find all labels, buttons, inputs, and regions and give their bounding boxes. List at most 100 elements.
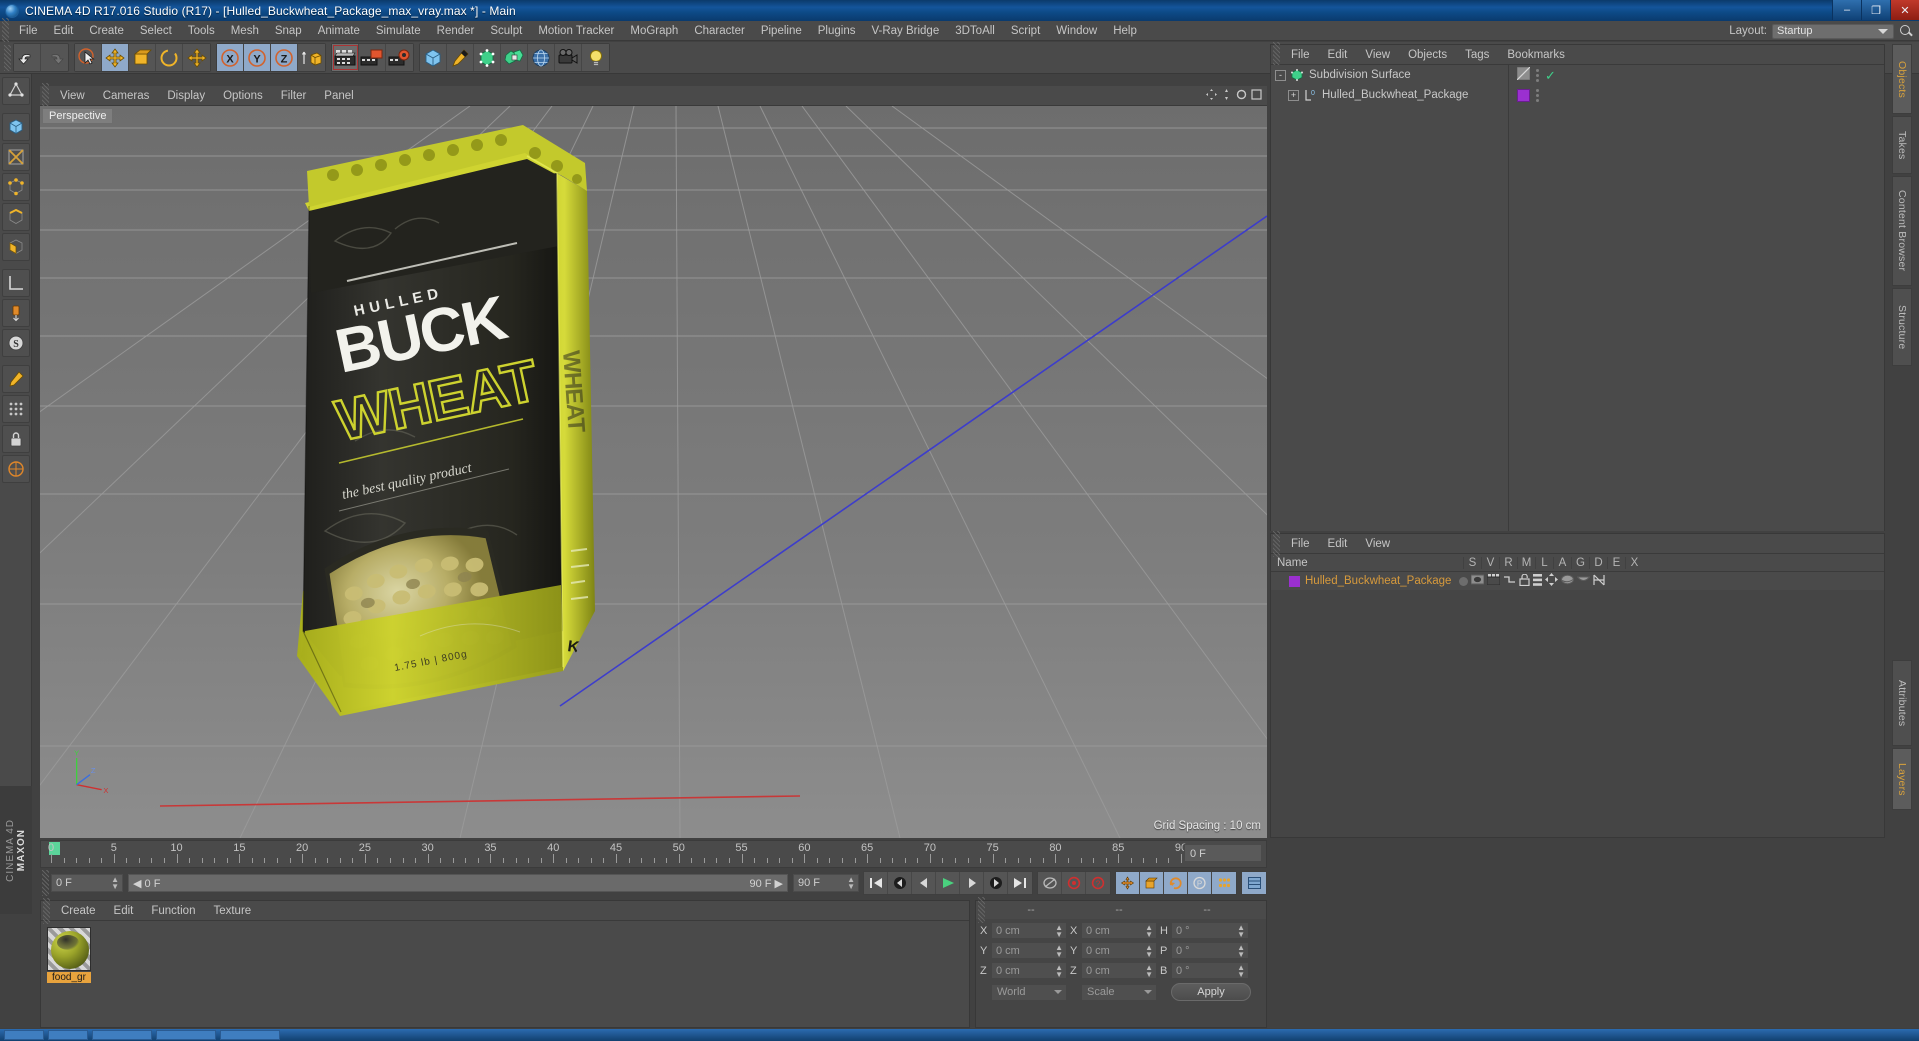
object-manager-menu-bookmarks[interactable]: Bookmarks	[1498, 49, 1574, 61]
lock-x-axis-button[interactable]: X	[217, 44, 244, 71]
material-sphere-icon[interactable]	[47, 927, 91, 971]
menu-item-script[interactable]: Script	[1003, 21, 1048, 41]
size-x-field[interactable]: 0 cm ▲ ▼	[1081, 922, 1157, 939]
layer-color-swatch[interactable]	[1289, 575, 1300, 587]
viewport-maximize-icon[interactable]	[1251, 89, 1262, 100]
add-deformer-button[interactable]	[501, 44, 528, 71]
viewport-grip-handle[interactable]	[42, 82, 49, 109]
position-key-button[interactable]	[1116, 872, 1140, 894]
column-header-m[interactable]: M	[1517, 556, 1535, 569]
visibility-icon[interactable]	[1470, 574, 1485, 588]
timeline-frame-display[interactable]: 0 F	[1184, 844, 1262, 862]
texture-axis-button[interactable]	[1, 395, 30, 423]
column-header-r[interactable]: R	[1499, 556, 1517, 569]
vtab-structure[interactable]: Structure	[1892, 288, 1912, 366]
workplane-mode-button[interactable]	[1, 269, 30, 297]
material-tag-swatch[interactable]	[1517, 88, 1530, 102]
minimize-button[interactable]: –	[1832, 0, 1861, 20]
lock-y-axis-button[interactable]: Y	[244, 44, 271, 71]
rotate-tool[interactable]	[156, 44, 183, 71]
spinner-icon[interactable]: ▲ ▼	[1237, 943, 1245, 958]
undo-button[interactable]	[14, 44, 41, 71]
preview-range-bar[interactable]: ◀ 0 F 90 F ▶	[128, 874, 788, 892]
spinner-icon[interactable]: ▲ ▼	[1145, 963, 1153, 978]
taskbar-item[interactable]	[220, 1030, 280, 1040]
render-settings-button[interactable]	[386, 44, 413, 71]
menu-item-sculpt[interactable]: Sculpt	[482, 21, 530, 41]
menu-item-mograph[interactable]: MoGraph	[622, 21, 686, 41]
material-menu-edit[interactable]: Edit	[105, 905, 143, 917]
layer-manager-menu-view[interactable]: View	[1356, 538, 1399, 550]
search-icon[interactable]	[1899, 24, 1913, 38]
vtab-content-browser[interactable]: Content Browser	[1892, 176, 1912, 286]
polygons-mode-button[interactable]	[1, 233, 30, 261]
coordinate-system-dropdown[interactable]: World	[991, 983, 1067, 1001]
column-header-s[interactable]: S	[1463, 556, 1481, 569]
scale-tool[interactable]	[129, 44, 156, 71]
enabled-check-icon[interactable]: ✓	[1545, 69, 1556, 82]
point-level-animation-button[interactable]	[1212, 872, 1236, 894]
lock-workplane-button[interactable]	[1, 425, 30, 453]
autokeying-button[interactable]	[1062, 872, 1086, 894]
size-z-field[interactable]: 0 cm ▲ ▼	[1081, 962, 1157, 979]
viewport-arrangement-icons[interactable]	[1206, 89, 1262, 100]
rotation-p-field[interactable]: 0 ° ▲ ▼	[1171, 942, 1249, 959]
close-button[interactable]: ✕	[1890, 0, 1919, 20]
go-to-end-button[interactable]	[1008, 872, 1032, 894]
motion-icon[interactable]	[1503, 574, 1516, 588]
menu-item-render[interactable]: Render	[429, 21, 483, 41]
spinner-icon[interactable]: ▲ ▼	[1237, 923, 1245, 938]
vtab-layers[interactable]: Layers	[1892, 748, 1912, 810]
render-to-picture-viewer-button[interactable]	[359, 44, 386, 71]
viewport-3d-canvas[interactable]: Perspective HULLED BUCK WHEAT the best q…	[40, 106, 1267, 838]
model-mode-button[interactable]	[1, 113, 30, 141]
viewport-menu-options[interactable]: Options	[214, 90, 272, 102]
taskbar-item[interactable]	[156, 1030, 216, 1040]
rotation-b-field[interactable]: 0 ° ▲ ▼	[1171, 962, 1249, 979]
menu-item-file[interactable]: File	[11, 21, 46, 41]
spinner-icon[interactable]: ▲ ▼	[1055, 943, 1063, 958]
timeline-ruler-panel[interactable]: 0 5 10 15 20 25 30 35 40 45 50 55 60 65 70 75 80 85 90 0 F	[40, 840, 1267, 868]
menu-item-vray-bridge[interactable]: V-Ray Bridge	[863, 21, 947, 41]
previous-keyframe-button[interactable]	[888, 872, 912, 894]
coordinates-grip-handle[interactable]	[978, 897, 985, 923]
step-forward-button[interactable]	[960, 872, 984, 894]
disc-icon[interactable]	[1561, 574, 1575, 588]
material-menu-create[interactable]: Create	[52, 905, 105, 917]
make-editable-button[interactable]	[1, 77, 30, 105]
object-row-hulled-buckwheat-package[interactable]: + 0 Hulled_Buckwheat_Package	[1271, 85, 1508, 105]
menu-item-3dtoall[interactable]: 3DToAll	[947, 21, 1003, 41]
layer-manager-menu-edit[interactable]: Edit	[1319, 538, 1357, 550]
object-manager-menu-view[interactable]: View	[1356, 49, 1399, 61]
viewport-menu-panel[interactable]: Panel	[315, 90, 362, 102]
maximize-button[interactable]: ❐	[1861, 0, 1890, 20]
step-back-button[interactable]	[912, 872, 936, 894]
menu-item-character[interactable]: Character	[686, 21, 753, 41]
next-keyframe-button[interactable]	[984, 872, 1008, 894]
material-manager-grip-handle[interactable]	[43, 897, 50, 924]
expander-collapse-icon[interactable]: -	[1275, 69, 1286, 81]
size-mode-dropdown[interactable]: Scale	[1081, 983, 1157, 1001]
add-environment-button[interactable]	[528, 44, 555, 71]
render-view-button[interactable]	[332, 44, 359, 71]
viewport-pan-icon[interactable]	[1206, 89, 1217, 100]
column-header-a[interactable]: A	[1553, 556, 1571, 569]
buckwheat-package-3d-object[interactable]: HULLED BUCK WHEAT the best quality produ…	[295, 111, 625, 716]
add-spline-button[interactable]	[447, 44, 474, 71]
material-item[interactable]: food_gr	[47, 927, 91, 983]
menu-item-help[interactable]: Help	[1105, 21, 1145, 41]
column-header-g[interactable]: G	[1571, 556, 1589, 569]
current-frame-field[interactable]: 0 F ▲ ▼	[51, 874, 123, 892]
position-y-field[interactable]: 0 cm ▲ ▼	[991, 942, 1067, 959]
add-camera-button[interactable]	[555, 44, 582, 71]
move-tool[interactable]	[102, 44, 129, 71]
move-axis-tool[interactable]	[183, 44, 210, 71]
solo-dot-icon[interactable]	[1459, 576, 1469, 586]
play-button[interactable]	[936, 872, 960, 894]
subdivision-editor-tag-icon[interactable]	[1516, 66, 1531, 83]
transport-grip-handle[interactable]	[42, 870, 49, 896]
taskbar-item[interactable]	[4, 1030, 44, 1040]
menu-item-tools[interactable]: Tools	[180, 21, 223, 41]
menu-item-select[interactable]: Select	[132, 21, 180, 41]
object-manager-menu-edit[interactable]: Edit	[1319, 49, 1357, 61]
